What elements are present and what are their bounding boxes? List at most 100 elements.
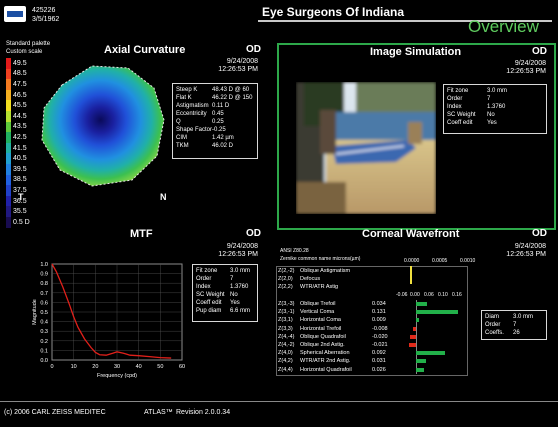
x-tick-label: 40 [136, 364, 142, 370]
y-axis-label: Magnitude [32, 299, 38, 325]
legend-row: 38.5 [6, 174, 30, 186]
y-tick-label: 0.7 [40, 291, 48, 297]
zernike-name: Oblique Trefoil [300, 301, 336, 307]
x-tick-label: 0 [50, 364, 53, 370]
zernike-bar [413, 326, 416, 331]
wavefront-time: 12:26:53 PM [506, 251, 546, 258]
param-value: 0.11 D [212, 103, 230, 109]
legend-value: 41.5 [13, 144, 27, 152]
legend-value: 40.5 [13, 155, 27, 163]
param-key: Shape Factor [176, 127, 213, 133]
param-row: Fit zone 3.0 mm [447, 87, 543, 95]
bottom-scale-tick: 0.10 [438, 292, 448, 298]
param-key: Coeff edit [196, 300, 222, 306]
patient-id: 425226 [32, 7, 56, 14]
zernike-bar [416, 310, 458, 315]
zernike-index: Z(4,-2) [278, 342, 295, 348]
param-value: -0.25 [212, 127, 226, 133]
mtf-params-box: Fit zone 3.0 mm Order 7 Index 1.3760 SC Weight… [192, 264, 258, 322]
y-tick-label: 0.1 [40, 348, 48, 354]
param-row: CIM 1.42 µm [176, 134, 254, 142]
zernike-name: Spherical Aberration [300, 350, 350, 357]
mtf-date: 9/24/2008 [226, 243, 258, 250]
param-row: TKM 46.02 D [176, 142, 254, 150]
zernike-index: Z(4,0) [278, 350, 293, 357]
y-tick-label: 0.5 [40, 310, 48, 316]
param-value: 6.6 mm [230, 308, 251, 314]
zernike-index: Z(3,3) [278, 325, 293, 332]
zernike-value: 0.131 [372, 309, 386, 316]
param-value: Yes [230, 300, 240, 306]
bottom-scale-tick: 0.00 [410, 292, 420, 298]
legend-swatch [6, 174, 11, 186]
revision: Revision 2.0.0.34 [176, 409, 231, 416]
param-value: 1.3760 [487, 104, 506, 110]
legend-swatch [6, 68, 11, 80]
x-tick-label: 60 [179, 364, 185, 370]
y-tick-label: 1.0 [40, 262, 48, 268]
param-value: 7 [487, 96, 491, 102]
param-row: Eccentricity 0.45 [176, 110, 254, 118]
legend-row: 41.5 [6, 142, 30, 154]
top-scale-tick: 0.0010 [460, 258, 476, 264]
zernike-value: -0.008 [372, 325, 388, 332]
param-key: Astigmatism [176, 103, 209, 109]
product-name: ATLAS™ [144, 409, 173, 416]
zernike-value: -0.021 [372, 342, 388, 348]
legend-value: 42.5 [13, 133, 27, 141]
param-row: SC Weight No [447, 111, 543, 119]
param-value: 0.25 [212, 119, 224, 125]
param-row: Pup diam 6.6 mm [196, 307, 254, 315]
zernike-name: WTR/ATR 2nd Astig. [300, 358, 351, 365]
zernike-value: 0.031 [372, 358, 386, 365]
param-row: Order 7 [485, 321, 543, 329]
y-tick-label: 0.6 [40, 300, 48, 306]
zernike-bar [409, 343, 416, 347]
zernike-index: Z(4,2) [278, 358, 293, 365]
legend-swatch [6, 110, 11, 122]
param-value: 7 [230, 276, 234, 282]
param-value: 3.0 mm [513, 314, 534, 320]
top-scale-tick: 0.0005 [432, 258, 448, 264]
bottom-scale-tick: 0.16 [452, 292, 462, 298]
param-key: Index [447, 104, 462, 110]
param-key: Fit zone [447, 88, 469, 94]
zernike-table: 0.0000 0.0005 0.0010 Z(2,-2) Oblique Astigma… [276, 256, 486, 378]
legend-swatch [6, 153, 11, 164]
bottom-scale-tick: 0.06 [424, 292, 434, 298]
legend-row: 47.5 [6, 79, 30, 90]
param-value: 3.0 mm [230, 268, 251, 274]
legend-swatch [6, 195, 11, 207]
legend-value: 43.5 [13, 123, 27, 131]
zernike-name: Oblique 2nd Astig. [300, 342, 345, 348]
legend-row: 49.5 [6, 58, 30, 69]
temporal-label: T [18, 192, 24, 202]
y-tick-label: 0.0 [40, 358, 48, 364]
wavefront-date: 9/24/2008 [514, 243, 546, 250]
param-key: Flat K [176, 95, 192, 101]
param-value: No [487, 112, 495, 118]
param-row: Fit zone 3.0 mm [196, 267, 254, 275]
param-row: Index 1.3760 [196, 283, 254, 291]
param-key: Order [485, 322, 501, 328]
legend-row: 35.5 [6, 206, 30, 217]
legend-value: 44.5 [13, 112, 27, 120]
mtf-chart: 0.0 0.1 0.2 0.3 0.4 0.5 0.6 0.7 0.8 0.9 1.0 0 10 20 30… [32, 262, 185, 379]
legend-swatch [6, 100, 11, 111]
y-tick-label: 0.8 [40, 281, 48, 287]
zernike-value: 0.034 [372, 301, 386, 307]
param-key: Index [196, 284, 211, 290]
zernike-bar [416, 318, 419, 323]
param-row: SC Weight No [196, 291, 254, 299]
legend-swatch [6, 163, 11, 175]
zernike-index: Z(4,4) [278, 366, 293, 373]
param-row: Q 0.25 [176, 118, 254, 126]
axial-date: 9/24/2008 [226, 58, 258, 65]
wavefront-eye: OD [532, 228, 547, 239]
legend-row: 39.5 [6, 163, 30, 175]
param-value: 48.43 D @ 60 [212, 87, 250, 93]
legend-row: 45.5 [6, 100, 30, 111]
zeiss-logo [4, 6, 26, 22]
param-row: Shape Factor -0.25 [176, 126, 254, 134]
param-key: Fit zone [196, 268, 218, 274]
